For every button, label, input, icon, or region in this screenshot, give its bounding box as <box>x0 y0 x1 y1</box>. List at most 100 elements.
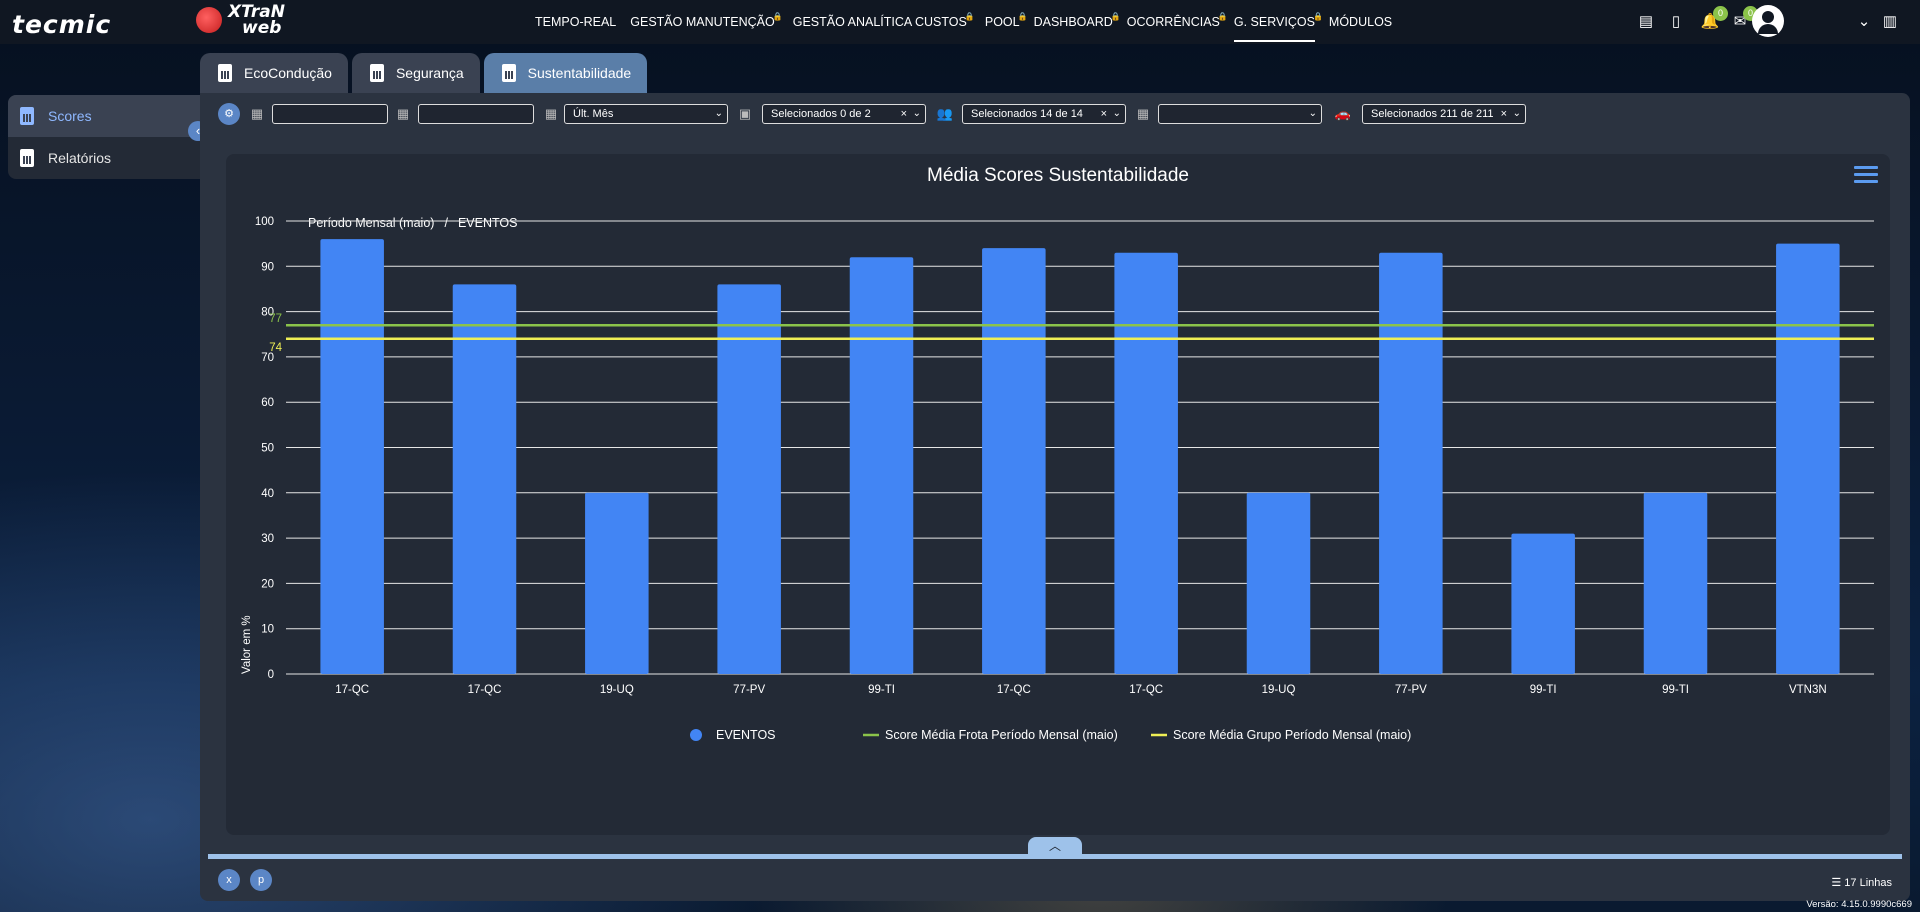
x-tick-label: 77-PV <box>733 684 765 696</box>
reference-line-label: 74 <box>269 342 282 354</box>
chart-card: Média Scores Sustentabilidade Período Me… <box>226 154 1890 835</box>
tab-ecoconducao[interactable]: EcoCondução <box>200 53 348 93</box>
bar[interactable] <box>1776 243 1840 674</box>
bar[interactable] <box>1379 252 1443 674</box>
top-bar: tecmic XTraN web TEMPO-REAL GESTÃO MANUT… <box>0 0 1920 44</box>
user-avatar[interactable] <box>1752 5 1784 37</box>
lock-icon: 🔒 <box>1312 12 1323 21</box>
nav-item-tempo-real[interactable]: TEMPO-REAL <box>535 0 616 44</box>
bar[interactable] <box>1511 533 1575 674</box>
bar[interactable] <box>1246 492 1311 674</box>
lock-icon: 🔒 <box>964 12 975 21</box>
report-icon <box>20 107 34 125</box>
x-tick-label: 17-QC <box>997 684 1031 696</box>
vehicles-select[interactable]: Selecionados 211 de 211 × ⌄ <box>1362 104 1526 124</box>
calendar-from-icon: ▦ <box>250 106 264 121</box>
x-tick-label: 99-TI <box>868 684 895 696</box>
clear-icon[interactable]: × <box>901 105 907 123</box>
legend-label: Score Média Grupo Período Mensal (maio) <box>1173 728 1411 742</box>
nav-item-pool[interactable]: POOL 🔒 <box>985 0 1028 44</box>
y-tick-label: 50 <box>261 443 274 455</box>
sidebar-item-relatorios[interactable]: Relatórios <box>8 137 200 179</box>
tecmic-logo[interactable]: tecmic <box>12 10 111 39</box>
main-panel: ⚙ ▦ ▦ ▦ Últ. Mês ⌄ ▣ Selecionados 0 de 2 ×… <box>200 93 1910 901</box>
bar[interactable] <box>849 257 914 674</box>
bar[interactable] <box>1114 252 1178 674</box>
chevron-down-icon: ⌄ <box>912 108 921 119</box>
calendar-to-icon: ▦ <box>396 106 410 121</box>
top-right-icons: ▤ ▯ 🔔 0 ✉ 0 ⌄ ▥ <box>1620 0 1920 44</box>
sidebar-item-scores[interactable]: Scores <box>8 95 200 137</box>
groups-select[interactable]: Selecionados 14 de 14 × ⌄ <box>962 104 1126 124</box>
book-icon[interactable]: ▥ <box>1880 12 1900 32</box>
apply-filters-icon[interactable]: ⚙ <box>218 103 240 125</box>
x-tick-label: 99-TI <box>1662 684 1689 696</box>
rows-count[interactable]: ☰ 17 Linhas <box>1831 876 1892 889</box>
chevron-down-icon: ⌄ <box>1308 108 1317 119</box>
tab-seguranca[interactable]: Segurança <box>351 53 480 93</box>
y-tick-label: 40 <box>261 488 274 500</box>
x-tick-label: 17-QC <box>335 684 369 696</box>
lock-icon: 🔒 <box>1017 12 1028 21</box>
nav-item-gestao-analitica-custos[interactable]: GESTÃO ANALÍTICA CUSTOS 🔒 <box>793 0 975 44</box>
main-nav: TEMPO-REAL GESTÃO MANUTENÇÃO 🔒 GESTÃO ANA… <box>535 0 1406 44</box>
date-to-input[interactable] <box>418 104 534 124</box>
grid-icon: ▦ <box>1136 106 1150 121</box>
bar[interactable] <box>320 239 384 674</box>
xtran-web-logo[interactable]: XTraN web <box>196 4 285 38</box>
chevron-down-icon: ⌄ <box>714 108 723 119</box>
mail-icon[interactable]: ✉ 0 <box>1730 6 1758 32</box>
export-pdf-icon[interactable]: p <box>250 869 272 891</box>
y-axis-label: Valor em % <box>241 615 253 674</box>
expand-table-button[interactable]: ︿ <box>1028 837 1082 855</box>
nav-item-ocorrencias[interactable]: OCORRÊNCIAS 🔒 <box>1127 0 1228 44</box>
report-settings-icon[interactable]: ▤ <box>1636 12 1656 32</box>
y-tick-label: 30 <box>261 533 274 545</box>
module-tabs: EcoCondução Segurança Sustentabilidade <box>200 53 648 93</box>
chevron-down-icon: ⌄ <box>1512 108 1521 119</box>
report-icon <box>501 64 516 82</box>
nav-item-modulos[interactable]: MÓDULOS <box>1329 0 1392 44</box>
x-tick-label: 99-TI <box>1530 684 1557 696</box>
bar[interactable] <box>1643 492 1708 674</box>
date-from-input[interactable] <box>272 104 388 124</box>
report-icon <box>218 64 232 82</box>
tab-sustentabilidade[interactable]: Sustentabilidade <box>483 53 648 93</box>
briefcase-icon: ▣ <box>738 106 752 121</box>
chevron-down-icon[interactable]: ⌄ <box>1854 12 1874 32</box>
legend-label: EVENTOS <box>716 728 776 742</box>
web-logo-text: web <box>242 18 282 38</box>
bell-icon[interactable]: 🔔 0 <box>1700 6 1728 32</box>
x-tick-label: 17-QC <box>468 684 502 696</box>
lock-icon: 🔒 <box>772 12 783 21</box>
x-tick-label: 19-UQ <box>1262 684 1296 696</box>
y-tick-label: 20 <box>261 578 274 590</box>
rows-icon: ☰ <box>1831 877 1845 889</box>
legend-label: Score Média Frota Período Mensal (maio) <box>885 728 1118 742</box>
lock-icon: 🔒 <box>1110 12 1121 21</box>
bar[interactable] <box>452 284 517 674</box>
x-tick-label: 19-UQ <box>600 684 634 696</box>
clear-icon[interactable]: × <box>1501 105 1507 123</box>
y-tick-label: 0 <box>268 669 274 681</box>
nav-item-gestao-manutencao[interactable]: GESTÃO MANUTENÇÃO 🔒 <box>630 0 782 44</box>
document-icon[interactable]: ▯ <box>1666 12 1686 32</box>
users-icon: 👥 <box>936 106 954 121</box>
nav-item-g-servicos[interactable]: G. SERVIÇOS 🔒 <box>1233 0 1323 44</box>
bar[interactable] <box>717 284 781 674</box>
table-footer: x p ☰ 17 Linhas <box>200 859 1910 901</box>
score-bar-chart: 0102030405060708090100Valor em %17-QC 17-… <box>241 216 1874 742</box>
clear-icon[interactable]: × <box>1101 105 1107 123</box>
bar[interactable] <box>982 248 1046 674</box>
nav-item-dashboard[interactable]: DASHBOARD 🔒 <box>1034 0 1121 44</box>
sidebar: Scores Relatórios <box>8 95 200 179</box>
x-tick-label: 77-PV <box>1395 684 1427 696</box>
notifications-badge: 0 <box>1713 6 1728 21</box>
period-select[interactable]: Últ. Mês ⌄ <box>564 104 728 124</box>
x-tick-label: VTN3N <box>1789 684 1827 696</box>
clients-select[interactable]: Selecionados 0 de 2 × ⌄ <box>762 104 926 124</box>
bar[interactable] <box>585 492 649 674</box>
category-select[interactable]: ⌄ <box>1158 104 1322 124</box>
export-excel-icon[interactable]: x <box>218 869 240 891</box>
calendar-icon: ▦ <box>544 106 558 121</box>
